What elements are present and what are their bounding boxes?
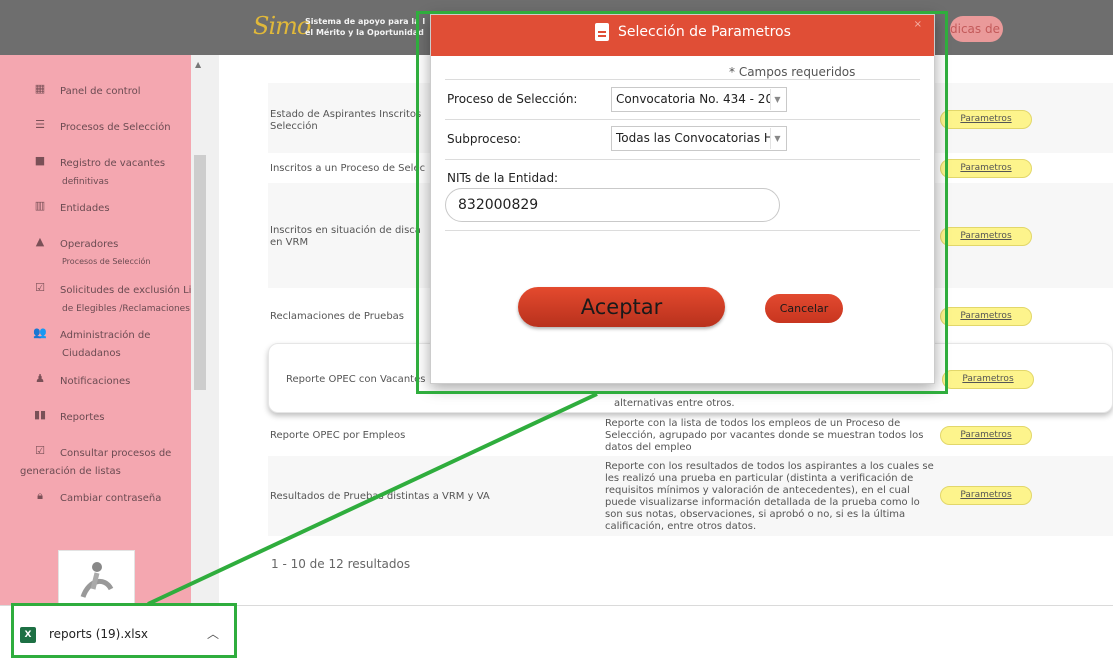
annotation-box-download [11,603,237,658]
screen: Simo Sistema de apoyo para la Igualdad, … [0,0,1113,660]
annotation-box-modal [416,11,948,394]
annotation-line [147,392,598,606]
